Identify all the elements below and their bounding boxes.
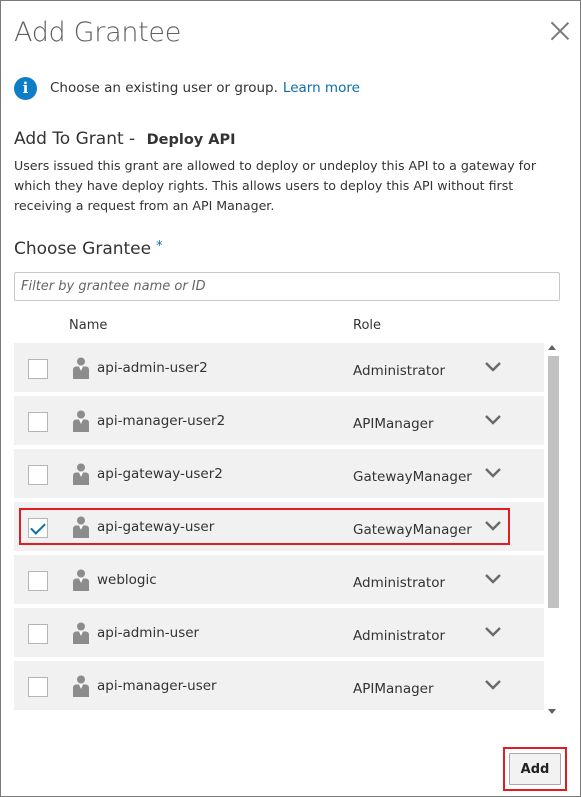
user-icon — [73, 357, 89, 379]
grantee-row[interactable]: api-manager-user2 APIManager — [14, 396, 544, 445]
grantee-row[interactable]: api-manager-user APIManager — [14, 661, 544, 710]
grantee-row[interactable]: weblogic Administrator — [14, 555, 544, 604]
choose-grantee-label: Choose Grantee * — [14, 239, 163, 259]
chevron-down-icon[interactable] — [484, 467, 502, 479]
close-icon[interactable] — [550, 21, 570, 41]
add-button[interactable]: Add — [509, 753, 561, 785]
grantee-filter-input[interactable] — [14, 272, 560, 301]
user-icon — [73, 622, 89, 644]
grantee-checkbox[interactable] — [28, 571, 48, 591]
learn-more-link[interactable]: Learn more — [283, 80, 360, 96]
grantee-row[interactable]: api-gateway-user2 GatewayManager — [14, 449, 544, 498]
grantee-checkbox[interactable] — [28, 412, 48, 432]
scroll-up-arrow-icon[interactable] — [548, 345, 556, 350]
user-icon — [73, 463, 89, 485]
chevron-down-icon[interactable] — [484, 414, 502, 426]
grantee-name: api-manager-user2 — [97, 413, 226, 429]
grantee-name: api-manager-user — [97, 678, 217, 694]
scrollbar-thumb[interactable] — [548, 356, 559, 608]
grantee-name: weblogic — [97, 572, 157, 588]
chevron-down-icon[interactable] — [484, 626, 502, 638]
add-grantee-dialog: Add Grantee i Choose an existing user or… — [0, 0, 581, 797]
info-text: Choose an existing user or group. — [50, 80, 278, 96]
grantee-role: GatewayManager — [353, 469, 472, 485]
user-icon — [73, 569, 89, 591]
grant-name: Deploy API — [146, 132, 236, 148]
grantee-role: APIManager — [353, 416, 434, 432]
grantee-row[interactable]: api-admin-user Administrator — [14, 608, 544, 657]
info-icon: i — [14, 76, 37, 100]
grantee-name: api-admin-user — [97, 625, 200, 641]
chevron-down-icon[interactable] — [484, 679, 502, 691]
user-icon — [73, 675, 89, 697]
scroll-down-arrow-icon[interactable] — [548, 709, 556, 714]
chevron-down-icon[interactable] — [484, 361, 502, 373]
choose-grantee-text: Choose Grantee — [14, 239, 152, 259]
grantee-name: api-gateway-user2 — [97, 466, 223, 482]
grantee-checkbox[interactable] — [28, 359, 48, 379]
grantee-name: api-admin-user2 — [97, 360, 208, 376]
grantee-row[interactable]: api-admin-user2 Administrator — [14, 343, 544, 392]
user-icon — [73, 410, 89, 432]
selected-row-highlight — [19, 508, 510, 545]
column-header-role: Role — [353, 318, 382, 333]
required-indicator: * — [156, 239, 163, 254]
grant-heading: Add To Grant - Deploy API — [14, 129, 236, 149]
grant-heading-prefix: Add To Grant - — [14, 129, 141, 149]
grant-description: Users issued this grant are allowed to d… — [14, 158, 537, 213]
info-message: i Choose an existing user or group. Lear… — [14, 76, 360, 100]
grantee-checkbox[interactable] — [28, 465, 48, 485]
grantee-role: Administrator — [353, 628, 446, 644]
grantee-role: Administrator — [353, 363, 446, 379]
chevron-down-icon[interactable] — [484, 573, 502, 585]
grantee-checkbox[interactable] — [28, 677, 48, 697]
grantee-checkbox[interactable] — [28, 624, 48, 644]
grantee-role: Administrator — [353, 575, 446, 591]
grantee-role: APIManager — [353, 681, 434, 697]
dialog-title: Add Grantee — [14, 17, 182, 48]
column-header-name: Name — [69, 318, 108, 333]
